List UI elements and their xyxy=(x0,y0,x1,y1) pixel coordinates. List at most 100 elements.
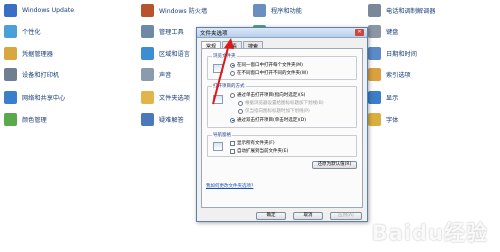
folder-options-help-link[interactable]: 我如何更改文件夹选项? xyxy=(206,183,253,189)
click-thumbnail xyxy=(213,95,223,104)
new-window-label: 在不同窗口中打开不同的文件夹(W) xyxy=(237,71,308,76)
double-click-option[interactable]: 通过双击打开项目(单击时选定)(D) xyxy=(230,117,306,123)
double-click-label: 通过双击打开项目(单击时选定)(D) xyxy=(237,118,306,123)
cp-item-label: Windows 防火墙 xyxy=(159,7,208,15)
cp-item[interactable]: 凭据管理器 xyxy=(4,46,53,60)
cp-item[interactable]: 颜色管理 xyxy=(4,112,47,126)
cp-item[interactable]: 网络和共享中心 xyxy=(4,90,65,104)
folder-window-thumbnail xyxy=(213,64,223,73)
underline-point-option[interactable]: 仅当指向图标标题时加下划线(P) xyxy=(238,108,310,114)
underline-browser-label: 根据浏览器设置给图标标题加下划线(B) xyxy=(245,101,324,106)
underline-point-radio[interactable] xyxy=(238,108,243,114)
folder-options-dialog: 文件夹选项 ✕ 常规 查看 搜索 浏览文件夹 在同一窗口中打开每个文件夹(M) … xyxy=(196,27,368,222)
phone-modem-icon xyxy=(368,3,381,17)
dialog-titlebar[interactable]: 文件夹选项 ✕ xyxy=(197,28,367,38)
cp-item[interactable]: 显示 xyxy=(368,90,398,104)
auto-expand-label: 自动扩展到当前文件夹(E) xyxy=(237,149,289,154)
underline-browser-radio[interactable] xyxy=(238,100,243,106)
cp-item[interactable]: 电话和调制解调器 xyxy=(368,3,436,17)
cp-item-label: 疑难解答 xyxy=(159,116,184,124)
credential-manager-icon xyxy=(4,46,17,60)
underline-point-label: 仅当指向图标标题时加下划线(P) xyxy=(245,109,310,114)
devices-printers-icon xyxy=(4,67,17,81)
dialog-title: 文件夹选项 xyxy=(200,30,228,37)
cp-item-label: 凭据管理器 xyxy=(22,50,53,58)
network-sharing-icon xyxy=(4,90,17,104)
cp-item-label: 电话和调制解调器 xyxy=(386,7,436,15)
single-click-radio[interactable] xyxy=(230,92,235,98)
click-items-group: 打开项目的方式 通过单击打开项目(指向时选定)(S) 根据浏览器设置给图标标题加… xyxy=(207,83,357,128)
cp-item[interactable]: 程序和功能 xyxy=(253,3,302,17)
auto-expand-checkbox[interactable] xyxy=(230,148,235,154)
cp-item[interactable]: 字体 xyxy=(368,112,398,126)
new-window-option[interactable]: 在不同窗口中打开不同的文件夹(W) xyxy=(230,70,308,76)
single-click-option[interactable]: 通过单击打开项目(指向时选定)(S) xyxy=(230,92,305,98)
general-tab-panel: 浏览文件夹 在同一窗口中打开每个文件夹(M) 在不同窗口中打开不同的文件夹(W)… xyxy=(201,48,363,208)
show-all-folders-label: 显示所有文件夹(F) xyxy=(237,141,275,146)
show-all-folders-option[interactable]: 显示所有文件夹(F) xyxy=(230,140,275,146)
cp-item-label: 声音 xyxy=(159,71,172,79)
troubleshooting-icon xyxy=(141,112,154,126)
cp-item-label: 颜色管理 xyxy=(22,116,47,124)
click-items-title: 打开项目的方式 xyxy=(212,83,246,89)
new-window-radio[interactable] xyxy=(230,70,235,76)
cp-item-label: 日期和时间 xyxy=(386,50,417,58)
admin-tools-icon xyxy=(141,24,154,38)
ok-button[interactable]: 确定 xyxy=(256,212,286,220)
date-time-icon xyxy=(368,46,381,60)
cp-item-label: 设备和打印机 xyxy=(22,71,60,79)
show-all-folders-checkbox[interactable] xyxy=(230,140,235,146)
personalization-icon xyxy=(4,24,17,38)
close-icon[interactable]: ✕ xyxy=(355,29,364,36)
cp-item-label: 区域和语言 xyxy=(159,50,190,58)
cp-item[interactable]: 日期和时间 xyxy=(368,46,417,60)
cp-item[interactable]: 区域和语言 xyxy=(141,46,190,60)
same-window-radio[interactable] xyxy=(230,62,235,68)
cp-item-label: 显示 xyxy=(386,94,399,102)
restore-defaults-button[interactable]: 还原为默认值(R) xyxy=(312,161,357,169)
cp-item-label: 字体 xyxy=(386,116,399,124)
cp-item[interactable]: 个性化 xyxy=(4,24,41,38)
cp-item-label: 键盘 xyxy=(386,28,399,36)
cp-item[interactable]: 文件夹选项 xyxy=(141,90,190,104)
firewall-icon xyxy=(141,3,154,17)
cp-item[interactable]: Windows 防火墙 xyxy=(141,3,207,17)
browse-folders-group: 浏览文件夹 在同一窗口中打开每个文件夹(M) 在不同窗口中打开不同的文件夹(W) xyxy=(207,53,357,80)
cp-item[interactable]: 疑难解答 xyxy=(141,112,184,126)
watermark-text: Baidu经验 xyxy=(371,221,488,245)
indexing-options-icon xyxy=(368,67,381,81)
cp-item-label: 程序和功能 xyxy=(271,7,302,15)
underline-browser-option[interactable]: 根据浏览器设置给图标标题加下划线(B) xyxy=(238,100,324,106)
display-icon xyxy=(368,90,381,104)
cp-item[interactable]: 键盘 xyxy=(368,24,398,38)
cp-item-label: 索引选项 xyxy=(386,71,411,79)
nav-pane-group: 导航窗格 显示所有文件夹(F) 自动扩展到当前文件夹(E) xyxy=(207,132,357,157)
nav-pane-thumbnail xyxy=(213,142,223,151)
fonts-icon xyxy=(368,112,381,126)
cp-item[interactable]: Windows Update xyxy=(4,3,74,17)
folder-options-icon xyxy=(141,90,154,104)
same-window-label: 在同一窗口中打开每个文件夹(M) xyxy=(237,63,303,68)
region-language-icon xyxy=(141,46,154,60)
baidu-watermark: Baidu经验 xyxy=(372,217,488,247)
double-click-radio[interactable] xyxy=(230,117,235,123)
cp-item[interactable]: 声音 xyxy=(141,67,171,81)
cp-item[interactable]: 管理工具 xyxy=(141,24,184,38)
cp-item-label: 管理工具 xyxy=(159,28,184,36)
auto-expand-option[interactable]: 自动扩展到当前文件夹(E) xyxy=(230,148,288,154)
apply-button[interactable]: 应用(A) xyxy=(330,212,362,220)
programs-features-icon xyxy=(253,3,266,17)
color-management-icon xyxy=(4,112,17,126)
cp-item-label: 个性化 xyxy=(22,28,41,36)
cp-item[interactable]: 索引选项 xyxy=(368,67,411,81)
browse-folders-title: 浏览文件夹 xyxy=(212,53,237,59)
single-click-label: 通过单击打开项目(指向时选定)(S) xyxy=(237,93,306,98)
cp-item-label: Windows Update xyxy=(22,6,74,14)
windows-update-icon xyxy=(4,3,17,17)
sound-icon xyxy=(141,67,154,81)
same-window-option[interactable]: 在同一窗口中打开每个文件夹(M) xyxy=(230,62,303,68)
cancel-button[interactable]: 取消 xyxy=(293,212,323,220)
nav-pane-title: 导航窗格 xyxy=(212,132,232,138)
cp-item[interactable]: 设备和打印机 xyxy=(4,67,59,81)
keyboard-icon xyxy=(368,24,381,38)
